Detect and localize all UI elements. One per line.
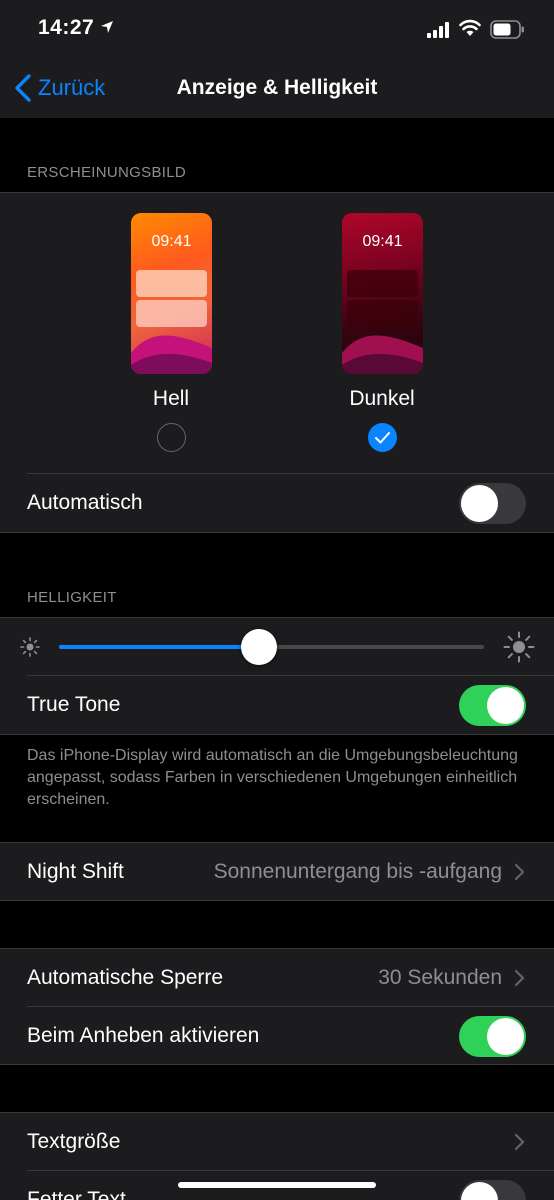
brightness-slider-fill — [59, 645, 259, 649]
light-mode-preview[interactable]: 09:41 — [131, 213, 212, 374]
location-arrow-icon — [101, 21, 113, 33]
chevron-right-icon — [514, 969, 525, 987]
night-shift-group: Night Shift Sonnenuntergang bis -aufgang — [0, 842, 554, 901]
chevron-right-icon — [514, 863, 525, 881]
text-size-row[interactable]: Textgröße — [0, 1113, 554, 1171]
dark-mode-label: Dunkel — [349, 387, 415, 410]
lock-group: Automatische Sperre 30 Sekunden Beim Anh… — [0, 948, 554, 1065]
light-preview-time: 09:41 — [151, 233, 192, 250]
dark-mode-preview[interactable]: 09:41 — [342, 213, 423, 374]
true-tone-toggle[interactable] — [459, 684, 526, 726]
divider — [0, 532, 554, 533]
divider — [0, 900, 554, 901]
auto-lock-value: 30 Sekunden — [378, 966, 502, 989]
automatic-label: Automatisch — [27, 491, 143, 514]
cellular-signal-icon — [427, 22, 449, 38]
toggle-knob — [487, 686, 524, 724]
raise-to-wake-label: Beim Anheben aktivieren — [27, 1024, 260, 1047]
brightness-slider-row — [0, 617, 554, 675]
toggle-knob — [461, 484, 498, 522]
raise-to-wake-toggle[interactable] — [459, 1015, 526, 1057]
automatic-row: Automatisch — [0, 474, 554, 532]
toggle-knob — [487, 1017, 524, 1055]
brightness-group: True Tone — [0, 617, 554, 735]
brightness-section-header: HELLIGKEIT — [27, 589, 117, 606]
dark-preview-time: 09:41 — [362, 233, 403, 250]
text-size-label: Textgröße — [27, 1130, 121, 1153]
sun-large-icon — [503, 631, 535, 663]
toggle-knob — [461, 1181, 498, 1200]
wifi-icon — [459, 19, 481, 36]
divider — [0, 1064, 554, 1065]
brightness-slider-thumb[interactable] — [240, 629, 277, 665]
battery-icon — [490, 20, 524, 39]
bold-text-toggle[interactable] — [459, 1179, 526, 1200]
preview-notification — [347, 270, 418, 297]
night-shift-row[interactable]: Night Shift Sonnenuntergang bis -aufgang — [0, 843, 554, 901]
checkmark-icon — [375, 432, 390, 444]
wallpaper-wave-icon — [342, 335, 423, 374]
status-bar: 14:27 — [0, 0, 554, 60]
true-tone-footer: Das iPhone-Display wird automatisch an d… — [27, 747, 518, 808]
appearance-group: 09:41 Hell 09:41 Dunkel Automatisch — [0, 192, 554, 533]
chevron-right-icon — [514, 1133, 525, 1151]
status-time: 14:27 — [38, 16, 95, 39]
wallpaper-wave-icon — [131, 335, 212, 374]
true-tone-label: True Tone — [27, 693, 121, 716]
light-mode-radio[interactable] — [157, 423, 186, 452]
true-tone-row: True Tone — [0, 676, 554, 734]
night-shift-label: Night Shift — [27, 860, 124, 883]
divider — [0, 192, 554, 193]
preview-notification — [136, 270, 207, 297]
bold-text-label: Fetter Text — [27, 1188, 126, 1200]
light-mode-label: Hell — [152, 387, 190, 410]
page-title: Anzeige & Helligkeit — [176, 76, 378, 99]
automatic-toggle[interactable] — [459, 482, 526, 524]
sun-small-icon — [20, 637, 40, 657]
appearance-section-header: ERSCHEINUNGSBILD — [27, 164, 186, 181]
home-indicator[interactable] — [178, 1182, 376, 1188]
divider — [0, 734, 554, 735]
night-shift-value: Sonnenuntergang bis -aufgang — [213, 860, 502, 883]
auto-lock-row[interactable]: Automatische Sperre 30 Sekunden — [0, 949, 554, 1007]
raise-to-wake-row: Beim Anheben aktivieren — [0, 1007, 554, 1065]
brightness-slider-track[interactable] — [59, 629, 484, 665]
auto-lock-label: Automatische Sperre — [27, 966, 224, 989]
dark-mode-radio[interactable] — [368, 423, 397, 452]
navigation-bar: Zurück Anzeige & Helligkeit — [0, 60, 554, 118]
